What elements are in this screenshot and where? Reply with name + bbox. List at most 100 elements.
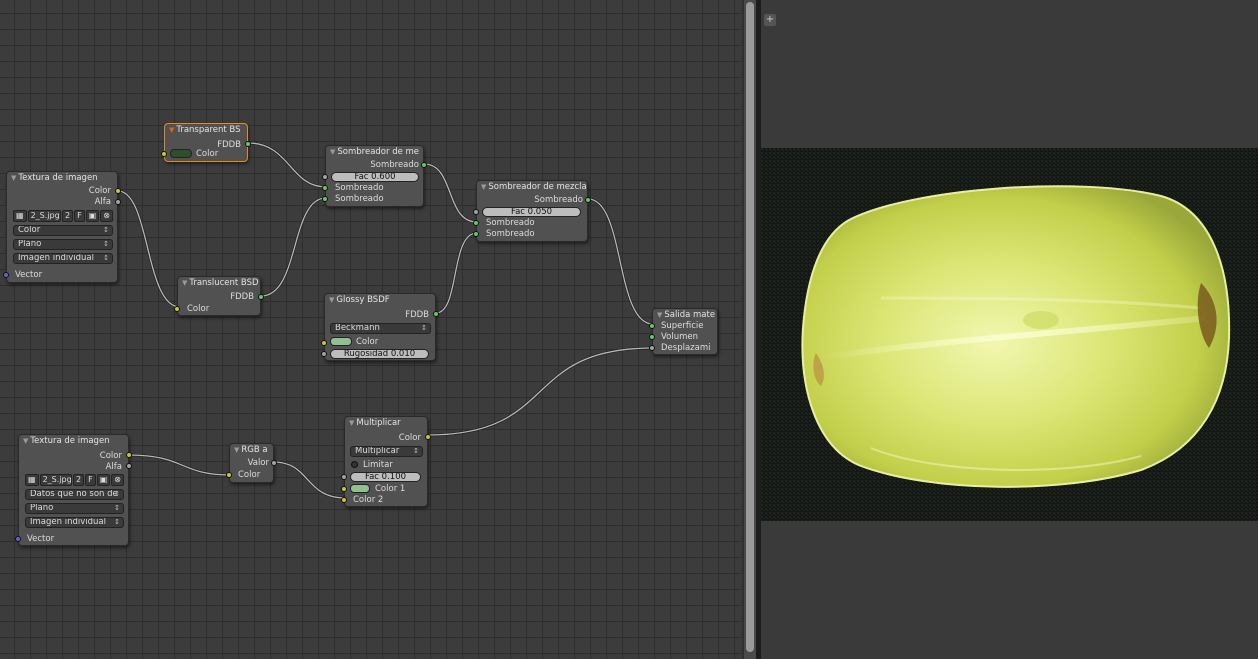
collapse-arrow-icon[interactable]: ▼ [23, 437, 28, 445]
collapse-arrow-icon[interactable]: ▼ [234, 446, 239, 454]
input-fac-socket[interactable] [322, 174, 328, 180]
input-shader2-socket[interactable] [473, 231, 479, 237]
output-color-socket[interactable] [425, 434, 431, 440]
collapse-arrow-icon[interactable]: ▼ [11, 174, 16, 182]
input-color1-socket[interactable] [341, 486, 347, 492]
color-space-dropdown[interactable]: Datos que no son de [25, 489, 124, 500]
collapse-arrow-icon[interactable]: ▼ [330, 148, 335, 156]
fake-user-button[interactable]: F [85, 474, 96, 486]
node-header[interactable]: ▼ Glossy BSDF [325, 294, 435, 306]
input-shader2-socket[interactable] [322, 196, 328, 202]
node-header[interactable]: ▼ RGB a [230, 444, 273, 456]
color-space-dropdown[interactable]: Color [13, 225, 113, 236]
input-surface-socket[interactable] [649, 323, 655, 329]
fake-user-button[interactable]: F [74, 210, 85, 222]
image-texture-node-1[interactable]: ▼ Textura de imagen Color Alfa ▦ 2_S.jpg … [3, 171, 121, 283]
fac-slider[interactable]: Fac 0.050 [482, 207, 581, 217]
input-vector-socket[interactable] [15, 536, 21, 542]
input-shader1-socket[interactable] [473, 220, 479, 226]
image-selector[interactable]: ▦ 2_S.jpg 2 F ▣ ⊗ [13, 210, 113, 222]
node-header[interactable]: ▼ Salida mate [653, 309, 717, 321]
color-swatch[interactable] [170, 149, 192, 158]
distribution-dropdown[interactable]: Beckmann [330, 323, 431, 334]
node-editor[interactable]: ▼ Textura de imagen Color Alfa ▦ 2_S.jpg … [0, 0, 742, 659]
operation-dropdown[interactable]: Multiplicar [350, 446, 423, 457]
output-shader-socket[interactable] [585, 197, 591, 203]
node-header[interactable]: ▼ Translucent BSD [178, 277, 260, 289]
image-texture-node-2[interactable]: ▼ Textura de imagen Color Alfa ▦ 2_S.jpg … [15, 434, 132, 546]
image-viewer[interactable]: + [761, 0, 1258, 659]
open-folder-icon[interactable]: ▣ [85, 210, 100, 222]
output-alpha-socket[interactable] [115, 199, 121, 205]
mix-shader-node-1[interactable]: ▼ Sombreador de me Sombreado Fac 0.600 So… [322, 145, 427, 207]
input-shader1-label: Sombreado [335, 183, 384, 193]
output-bsdf-socket[interactable] [245, 141, 251, 147]
image-users[interactable]: 2 [73, 474, 85, 486]
output-shader-socket[interactable] [421, 162, 427, 168]
rgb-to-bw-node[interactable]: ▼ RGB a Valor Color [226, 443, 277, 483]
input-fac-socket[interactable] [473, 209, 479, 215]
image-browse-icon[interactable]: ▦ [25, 474, 39, 486]
output-bsdf-socket[interactable] [433, 311, 439, 317]
input-color-socket[interactable] [161, 151, 167, 157]
output-alpha-socket[interactable] [126, 463, 132, 469]
editor-scrollbar[interactable] [744, 0, 756, 659]
node-header[interactable]: ▼ Multiplicar [345, 417, 427, 429]
unlink-icon[interactable]: ⊗ [100, 210, 113, 222]
image-name-field[interactable]: 2_S.jpg [27, 210, 62, 222]
clamp-checkbox[interactable] [351, 461, 358, 468]
input-fac-socket[interactable] [341, 474, 347, 480]
translucent-bsdf-node[interactable]: ▼ Translucent BSD FDDB Color [174, 276, 264, 316]
image-selector[interactable]: ▦ 2_S.jpg 2 F ▣ ⊗ [25, 474, 124, 486]
image-users[interactable]: 2 [62, 210, 74, 222]
projection-dropdown[interactable]: Plano [25, 503, 124, 514]
multiply-node[interactable]: ▼Multiplicar Color Multiplicar Limitar F… [341, 416, 431, 507]
node-header[interactable]: ▼ Sombreador de mezcla [477, 181, 587, 193]
input-color1-label: Color 1 [375, 484, 406, 494]
input-color2-label: Color 2 [353, 495, 384, 505]
input-color-socket[interactable] [321, 340, 327, 346]
output-value-socket[interactable] [271, 460, 277, 466]
collapse-arrow-icon[interactable]: ▼ [169, 126, 174, 134]
link-math-output [427, 347, 654, 436]
input-shader1-socket[interactable] [322, 185, 328, 191]
collapse-arrow-icon[interactable]: ▼ [349, 419, 354, 427]
input-color-socket[interactable] [174, 306, 180, 312]
node-header[interactable]: ▼ Sombreador de me [326, 146, 423, 158]
output-color-socket[interactable] [126, 452, 132, 458]
fac-slider[interactable]: Fac 0.600 [331, 172, 419, 182]
projection-dropdown[interactable]: Plano [13, 239, 113, 250]
glossy-bsdf-node[interactable]: ▼Glossy BSDF FDDB Beckmann Color Rugosid… [321, 293, 439, 361]
collapse-arrow-icon[interactable]: ▼ [481, 183, 486, 191]
plus-icon[interactable]: + [764, 14, 776, 26]
node-header[interactable]: ▼ Transparent BS [165, 124, 247, 136]
input-roughness-socket[interactable] [321, 351, 327, 357]
material-output-node[interactable]: ▼ Salida mate Superficie Volumen Desplaza… [649, 308, 718, 355]
roughness-slider[interactable]: Rugosidad 0.010 [330, 349, 429, 359]
input-displacement-socket[interactable] [649, 345, 655, 351]
mix-shader-node-2[interactable]: ▼ Sombreador de mezcla Sombreado Fac 0.05… [473, 180, 591, 242]
image-browse-icon[interactable]: ▦ [13, 210, 27, 222]
node-header[interactable]: ▼ Textura de imagen [19, 435, 128, 447]
transparent-bsdf-node[interactable]: ▼ Transparent BS FDDB Color [161, 123, 251, 162]
color1-swatch[interactable] [350, 484, 370, 493]
collapse-arrow-icon[interactable]: ▼ [657, 311, 662, 319]
input-vector-socket[interactable] [3, 272, 9, 278]
collapse-arrow-icon[interactable]: ▼ [329, 296, 334, 304]
link-translucent-mix1 [260, 197, 327, 297]
node-header[interactable]: ▼ Textura de imagen [7, 172, 117, 184]
extension-dropdown[interactable]: Imagen individual [13, 253, 113, 264]
scrollbar-thumb[interactable] [746, 2, 754, 652]
input-color2-socket[interactable] [341, 497, 347, 503]
input-color-socket[interactable] [226, 472, 232, 478]
open-folder-icon[interactable]: ▣ [96, 474, 111, 486]
input-volume-socket[interactable] [649, 334, 655, 340]
collapse-arrow-icon[interactable]: ▼ [182, 279, 187, 287]
unlink-icon[interactable]: ⊗ [111, 474, 124, 486]
output-color-socket[interactable] [115, 188, 121, 194]
image-name-field[interactable]: 2_S.jpg [39, 474, 73, 486]
output-bsdf-socket[interactable] [258, 294, 264, 300]
extension-dropdown[interactable]: Imagen individual [25, 517, 124, 528]
fac-slider[interactable]: Fac 0.100 [350, 472, 421, 482]
color-swatch[interactable] [330, 337, 352, 346]
